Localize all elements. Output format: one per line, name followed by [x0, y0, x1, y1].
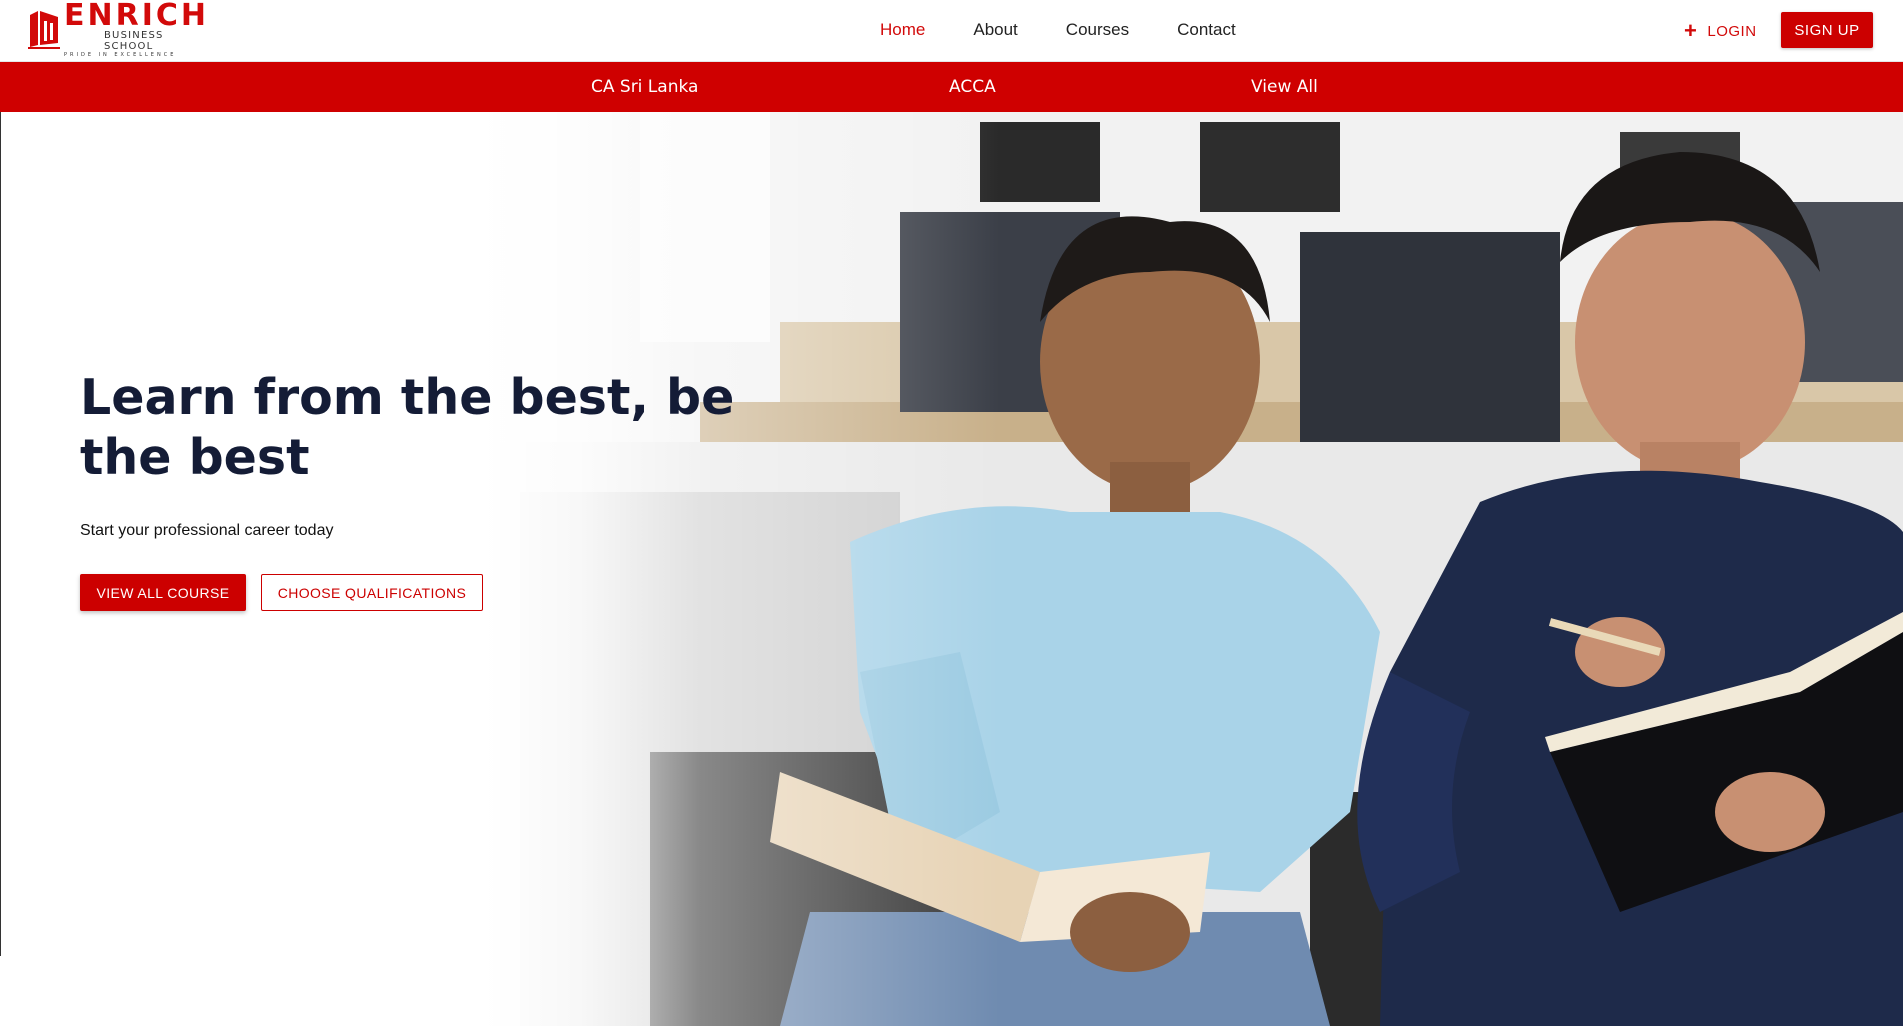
left-border — [0, 112, 1, 956]
nav-home[interactable]: Home — [880, 20, 925, 40]
hero-section: Learn from the best, be the best Start y… — [0, 112, 1903, 1026]
subnav-ca-sri-lanka[interactable]: CA Sri Lanka — [591, 77, 698, 97]
login-button[interactable]: + LOGIN — [1684, 19, 1757, 43]
hero-subtitle: Start your professional career today — [80, 522, 334, 539]
nav-about[interactable]: About — [973, 20, 1017, 40]
brand-tagline: PRIDE IN EXCELLENCE — [64, 51, 177, 58]
main-nav: Home About Courses Contact — [880, 0, 1284, 60]
plus-icon: + — [1684, 18, 1698, 43]
nav-courses[interactable]: Courses — [1066, 20, 1129, 40]
course-subnav: CA Sri Lanka ACCA View All — [0, 62, 1903, 112]
signup-button[interactable]: SIGN UP — [1781, 12, 1873, 48]
brand-name: ENRICH — [64, 0, 209, 33]
top-navbar: ENRICH BUSINESS SCHOOL PRIDE IN EXCELLEN… — [0, 0, 1903, 62]
view-all-course-button[interactable]: VIEW ALL COURSE — [80, 574, 246, 611]
brand-logo[interactable]: ENRICH BUSINESS SCHOOL PRIDE IN EXCELLEN… — [28, 0, 206, 58]
hero-fade-overlay — [0, 112, 1000, 1026]
subnav-view-all[interactable]: View All — [1251, 77, 1318, 97]
hero-title: Learn from the best, be the best — [80, 369, 735, 486]
login-label: LOGIN — [1707, 22, 1757, 40]
choose-qualifications-button[interactable]: CHOOSE QUALIFICATIONS — [261, 574, 483, 611]
nav-contact[interactable]: Contact — [1177, 20, 1236, 40]
logo-mark-icon — [28, 9, 60, 49]
brand-subtitle: BUSINESS SCHOOL — [104, 29, 164, 52]
subnav-acca[interactable]: ACCA — [949, 77, 996, 97]
